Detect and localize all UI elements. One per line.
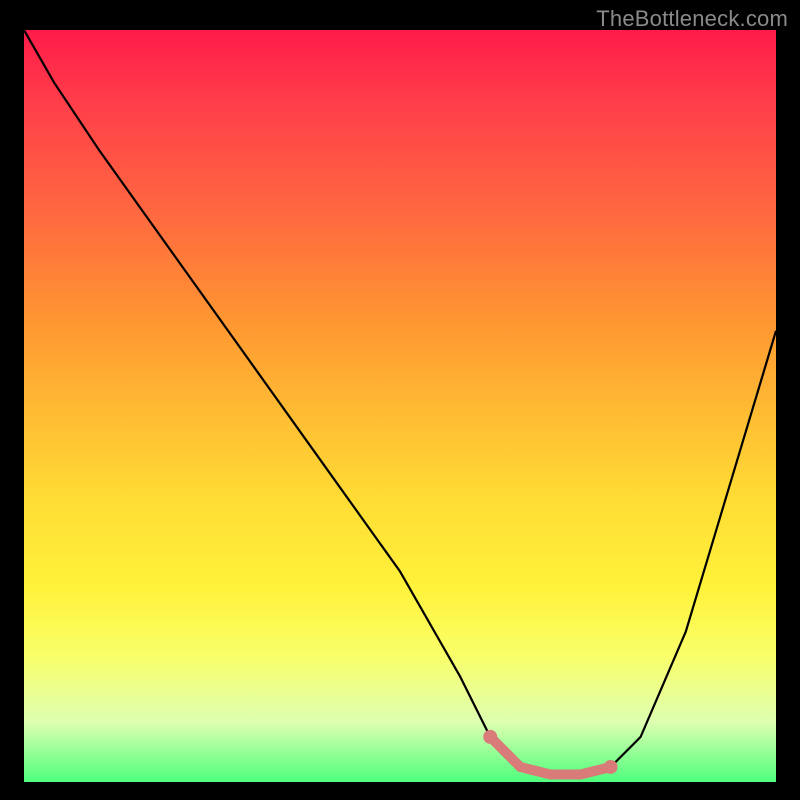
plot-frame: [24, 30, 776, 782]
trough-dot-right: [604, 760, 618, 774]
curve-path: [24, 30, 776, 775]
trough-highlight: [490, 737, 610, 775]
attribution-text: TheBottleneck.com: [596, 6, 788, 32]
chart-container: TheBottleneck.com: [0, 0, 800, 800]
trough-dot-left: [483, 730, 497, 744]
bottleneck-curve: [24, 30, 776, 782]
